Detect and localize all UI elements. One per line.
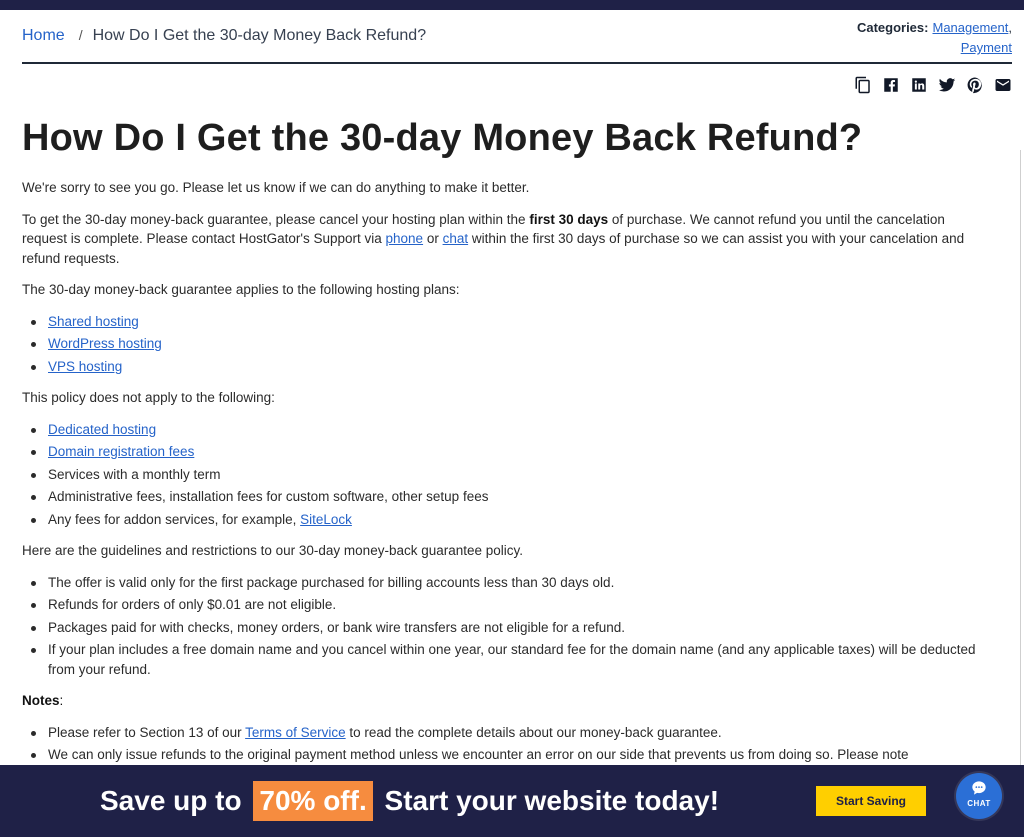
page-header: Home / How Do I Get the 30-day Money Back … <box>22 10 1012 64</box>
list-item: The offer is valid only for the first pa… <box>31 573 990 593</box>
email-icon[interactable] <box>994 76 1012 94</box>
facebook-icon[interactable] <box>882 76 900 94</box>
sitelock-link[interactable]: SiteLock <box>300 512 352 527</box>
phone-link[interactable]: phone <box>386 231 424 246</box>
linkedin-icon[interactable] <box>910 76 928 94</box>
chat-bubble-icon <box>971 780 987 796</box>
chat-label: CHAT <box>967 799 991 808</box>
terms-of-service-link[interactable]: Terms of Service <box>245 725 346 740</box>
promo-text-after: Start your website today! <box>376 785 720 816</box>
list-item: If your plan includes a free domain name… <box>31 640 990 679</box>
categories-label: Categories: <box>856 20 929 35</box>
notes-list: Please refer to Section 13 of our Terms … <box>31 723 990 765</box>
copy-icon[interactable] <box>854 76 872 94</box>
chat-link[interactable]: chat <box>443 231 469 246</box>
promo-highlight: 70% off. <box>253 781 373 821</box>
top-bar <box>0 0 1024 10</box>
breadcrumb: Home / How Do I Get the 30-day Money Back … <box>22 27 426 45</box>
promo-text: Save up to 70% off. Start your website t… <box>100 781 719 821</box>
scrollbar-track <box>1020 150 1021 765</box>
shared-hosting-link[interactable]: Shared hosting <box>48 314 139 329</box>
list-item: Shared hosting <box>31 312 990 332</box>
list-item: Services with a monthly term <box>31 465 990 485</box>
list-item: Administrative fees, installation fees f… <box>31 487 990 507</box>
dedicated-hosting-link[interactable]: Dedicated hosting <box>48 422 156 437</box>
domain-registration-link[interactable]: Domain registration fees <box>48 444 194 459</box>
page-title: How Do I Get the 30-day Money Back Refun… <box>22 117 863 159</box>
guidelines-list: The offer is valid only for the first pa… <box>31 573 990 680</box>
note1-after: to read the complete details about our m… <box>345 724 722 740</box>
list-item: Refunds for orders of only $0.01 are not… <box>31 595 990 615</box>
not-apply-intro: This policy does not apply to the follow… <box>22 390 275 405</box>
guarantee-paragraph: To get the 30-day money-back guarantee, … <box>22 210 990 269</box>
categories: Categories: Management, Payment <box>857 18 1012 58</box>
twitter-icon[interactable] <box>938 76 956 94</box>
list-item: Please refer to Section 13 of our Terms … <box>31 723 990 743</box>
promo-banner: Save up to 70% off. Start your website t… <box>0 765 1024 837</box>
intro-paragraph: We're sorry to see you go. Please let us… <box>22 180 530 195</box>
guarantee-text-1: To get the 30-day money-back guarantee, … <box>22 211 530 227</box>
notes-label: Notes: <box>22 691 990 711</box>
category-link-payment[interactable]: Payment <box>961 40 1012 55</box>
not-apply-list: Dedicated hosting Domain registration fe… <box>31 420 990 530</box>
list-item: We can only issue refunds to the origina… <box>31 745 990 765</box>
addon-text: Any fees for addon services, for example… <box>48 511 301 527</box>
start-saving-button[interactable]: Start Saving <box>816 786 926 816</box>
guidelines-intro: Here are the guidelines and restrictions… <box>22 543 524 558</box>
chat-button[interactable]: CHAT <box>956 773 1002 819</box>
guarantee-or: or <box>423 231 443 246</box>
promo-text-before: Save up to <box>100 785 250 816</box>
breadcrumb-current: How Do I Get the 30-day Money Back Refun… <box>92 27 427 44</box>
list-item: Domain registration fees <box>31 442 990 462</box>
share-bar <box>854 76 1012 94</box>
pinterest-icon[interactable] <box>966 76 984 94</box>
guarantee-bold: first 30 days <box>529 211 609 227</box>
list-item: Dedicated hosting <box>31 420 990 440</box>
list-item: WordPress hosting <box>31 334 990 354</box>
list-item: Any fees for addon services, for example… <box>31 510 990 530</box>
notes-label-text: Notes <box>22 693 60 708</box>
wordpress-hosting-link[interactable]: WordPress hosting <box>48 336 162 351</box>
applies-intro: The 30-day money-back guarantee applies … <box>22 282 460 297</box>
vps-hosting-link[interactable]: VPS hosting <box>48 359 122 374</box>
category-link-management[interactable]: Management <box>932 20 1008 35</box>
categories-comma: , <box>1008 20 1012 35</box>
applies-list: Shared hosting WordPress hosting VPS hos… <box>31 312 990 377</box>
breadcrumb-home-link[interactable]: Home <box>22 27 65 44</box>
breadcrumb-separator: / <box>78 27 83 43</box>
note1-before: Please refer to Section 13 of our <box>48 724 246 740</box>
article: How Do I Get the 30-day Money Back Refun… <box>22 110 990 777</box>
list-item: VPS hosting <box>31 357 990 377</box>
list-item: Packages paid for with checks, money ord… <box>31 618 990 638</box>
notes-colon: : <box>59 693 64 708</box>
